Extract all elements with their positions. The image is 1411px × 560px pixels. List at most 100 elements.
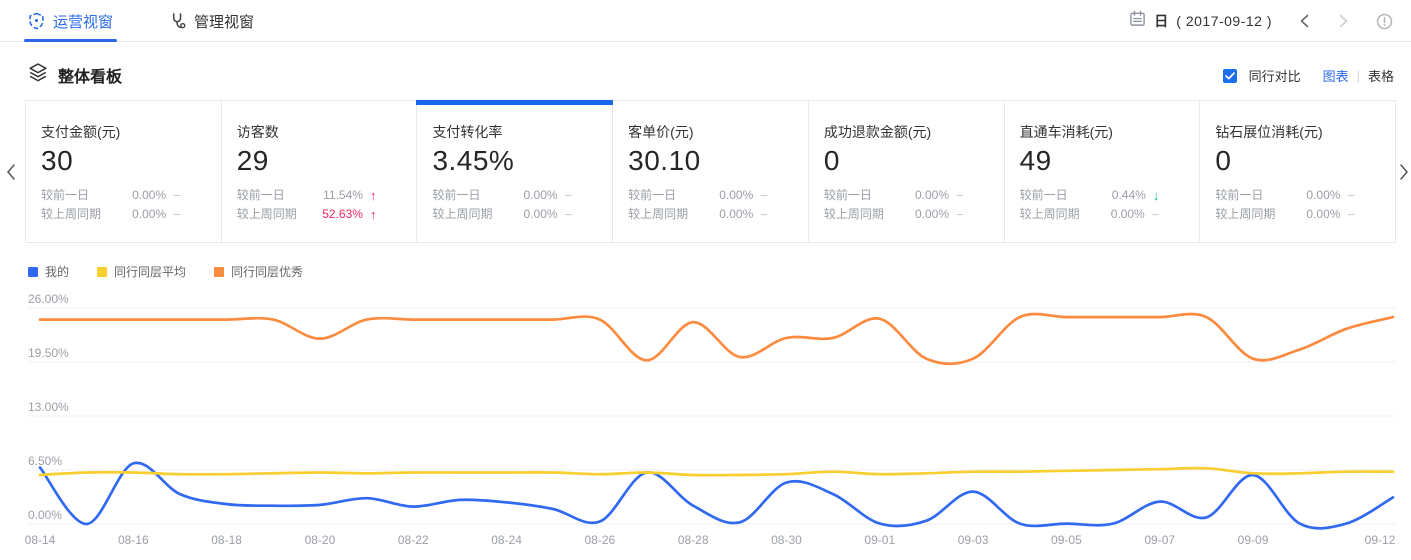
- tab-operations-view[interactable]: 运营视窗: [28, 0, 113, 42]
- metric-comparisons: 较前一日 0.44% ↓ 较上周同期 0.00% −: [1020, 186, 1186, 224]
- comparison-value: 0.00% −: [915, 186, 964, 205]
- legend-item[interactable]: 同行同层优秀: [214, 263, 303, 280]
- x-axis-label: 08-20: [305, 533, 336, 547]
- comparison-row: 较前一日 0.00% −: [824, 186, 964, 205]
- comparison-label: 较上周同期: [628, 205, 688, 224]
- info-icon[interactable]: [1376, 13, 1393, 30]
- metric-card-5[interactable]: 成功退款金额(元)0 较前一日 0.00% − 较上周同期 0.00% −: [809, 101, 1005, 242]
- metric-value: 3.45%: [432, 145, 598, 177]
- section-header: 整体看板: [28, 62, 122, 88]
- x-axis-label: 08-22: [398, 533, 429, 547]
- metric-value: 0: [1215, 145, 1381, 177]
- trend-line-chart[interactable]: 0.00%6.50%13.00%19.50%26.00%08-1408-1608…: [0, 290, 1411, 558]
- comparison-value: 0.00% −: [915, 205, 964, 224]
- comparison-row: 较上周同期 52.63% ↑: [237, 205, 377, 224]
- trend-flat-icon: −: [760, 186, 768, 205]
- metric-cards-row: 支付金额(元) 30 较前一日 0.00% − 较上周同期 0.00% − 访客数…: [25, 100, 1396, 243]
- view-table-button[interactable]: 表格: [1368, 66, 1394, 85]
- trend-flat-icon: −: [1347, 205, 1355, 224]
- tab-label: 管理视窗: [194, 11, 254, 32]
- date-controls: 日 ( 2017-09-12 ): [1129, 0, 1393, 42]
- comparison-label: 较前一日: [237, 186, 285, 205]
- metric-comparisons: 较前一日 0.00% − 较上周同期 0.00% −: [628, 186, 794, 224]
- chart-legend: 我的 同行同层平均 同行同层优秀: [28, 263, 303, 280]
- metric-card-6[interactable]: 直通车消耗(元)49 较前一日 0.44% ↓ 较上周同期 0.00% −: [1005, 101, 1201, 242]
- cards-scroll-left-button[interactable]: [5, 163, 17, 186]
- comparison-row: 较上周同期 0.00% −: [432, 205, 572, 224]
- legend-swatch: [97, 267, 107, 277]
- legend-label: 我的: [45, 263, 69, 280]
- active-tab-underline: [24, 39, 117, 42]
- date-value: ( 2017-09-12 ): [1176, 13, 1272, 29]
- next-date-button[interactable]: [1337, 13, 1350, 29]
- x-axis-label: 08-26: [585, 533, 616, 547]
- comparison-value: 0.00% −: [719, 205, 768, 224]
- comparison-label: 较上周同期: [824, 205, 884, 224]
- metric-value: 29: [237, 145, 403, 177]
- metric-card-4[interactable]: 客单价(元)30.10 较前一日 0.00% − 较上周同期 0.00% −: [613, 101, 809, 242]
- x-axis-label: 09-09: [1238, 533, 1269, 547]
- peer-compare-label[interactable]: 同行对比: [1249, 66, 1301, 85]
- legend-label: 同行同层优秀: [231, 263, 303, 280]
- metric-comparisons: 较前一日 0.00% − 较上周同期 0.00% −: [41, 186, 207, 224]
- comparison-label: 较前一日: [628, 186, 676, 205]
- comparison-row: 较上周同期 0.00% −: [41, 205, 181, 224]
- view-divider: |: [1357, 68, 1360, 83]
- x-axis-label: 08-28: [678, 533, 709, 547]
- comparison-row: 较前一日 0.00% −: [1215, 186, 1355, 205]
- view-switch: 图表 | 表格: [1323, 66, 1394, 85]
- metric-card-3[interactable]: 支付转化率 3.45% 较前一日 0.00% − 较上周同期 0.00% −: [417, 101, 613, 242]
- peer-compare-checkbox[interactable]: [1223, 69, 1237, 83]
- x-axis-label: 09-12: [1365, 533, 1396, 547]
- comparison-row: 较前一日 0.00% −: [432, 186, 572, 205]
- metric-title: 直通车消耗(元): [1020, 122, 1186, 142]
- series-line: [40, 468, 1393, 475]
- section-title: 整体看板: [58, 63, 122, 87]
- metric-card-2[interactable]: 访客数29 较前一日 11.54% ↑ 较上周同期 52.63% ↑: [222, 101, 418, 242]
- x-axis-label: 09-05: [1051, 533, 1082, 547]
- comparison-value: 0.00% −: [524, 186, 573, 205]
- main-tabs: 运营视窗 管理视窗: [28, 0, 254, 42]
- metric-card-7[interactable]: 钻石展位消耗(元)0 较前一日 0.00% − 较上周同期 0.00% −: [1200, 101, 1395, 242]
- metric-value: 30.10: [628, 145, 794, 177]
- trend-flat-icon: −: [173, 186, 181, 205]
- legend-swatch: [214, 267, 224, 277]
- comparison-label: 较上周同期: [1020, 205, 1080, 224]
- legend-item[interactable]: 同行同层平均: [97, 263, 186, 280]
- trend-flat-icon: −: [956, 186, 964, 205]
- x-axis-label: 08-30: [771, 533, 802, 547]
- date-picker[interactable]: 日 ( 2017-09-12 ): [1129, 10, 1272, 32]
- comparison-label: 较上周同期: [41, 205, 101, 224]
- metric-value: 30: [41, 145, 207, 177]
- metric-card-1[interactable]: 支付金额(元) 30 较前一日 0.00% − 较上周同期 0.00% −: [26, 101, 222, 242]
- trend-down-icon: ↓: [1153, 186, 1160, 205]
- metric-title: 钻石展位消耗(元): [1215, 122, 1381, 142]
- metric-title: 支付转化率: [432, 122, 598, 142]
- trend-flat-icon: −: [956, 205, 964, 224]
- metric-title: 访客数: [237, 122, 403, 142]
- comparison-value: 0.00% −: [132, 205, 181, 224]
- metric-value: 0: [824, 145, 990, 177]
- shield-icon: [28, 12, 45, 30]
- comparison-row: 较上周同期 0.00% −: [1020, 205, 1160, 224]
- comparison-value: 0.44% ↓: [1112, 186, 1160, 205]
- x-axis-label: 08-24: [491, 533, 522, 547]
- x-axis-label: 09-03: [958, 533, 989, 547]
- legend-item[interactable]: 我的: [28, 263, 69, 280]
- comparison-row: 较上周同期 0.00% −: [824, 205, 964, 224]
- x-axis-label: 09-07: [1144, 533, 1175, 547]
- trend-flat-icon: −: [1347, 186, 1355, 205]
- comparison-label: 较前一日: [824, 186, 872, 205]
- view-chart-button[interactable]: 图表: [1323, 66, 1349, 85]
- metric-title: 支付金额(元): [41, 122, 207, 142]
- stethoscope-icon: [169, 12, 186, 30]
- top-bar: 运营视窗 管理视窗: [0, 0, 1411, 42]
- chart-controls: 同行对比 图表 | 表格: [1223, 66, 1394, 85]
- date-granularity: 日: [1154, 11, 1168, 31]
- cards-scroll-right-button[interactable]: [1398, 163, 1410, 186]
- comparison-label: 较前一日: [1215, 186, 1263, 205]
- y-axis-label: 6.50%: [28, 454, 62, 468]
- trend-flat-icon: −: [565, 186, 573, 205]
- prev-date-button[interactable]: [1298, 13, 1311, 29]
- tab-management-view[interactable]: 管理视窗: [169, 0, 254, 42]
